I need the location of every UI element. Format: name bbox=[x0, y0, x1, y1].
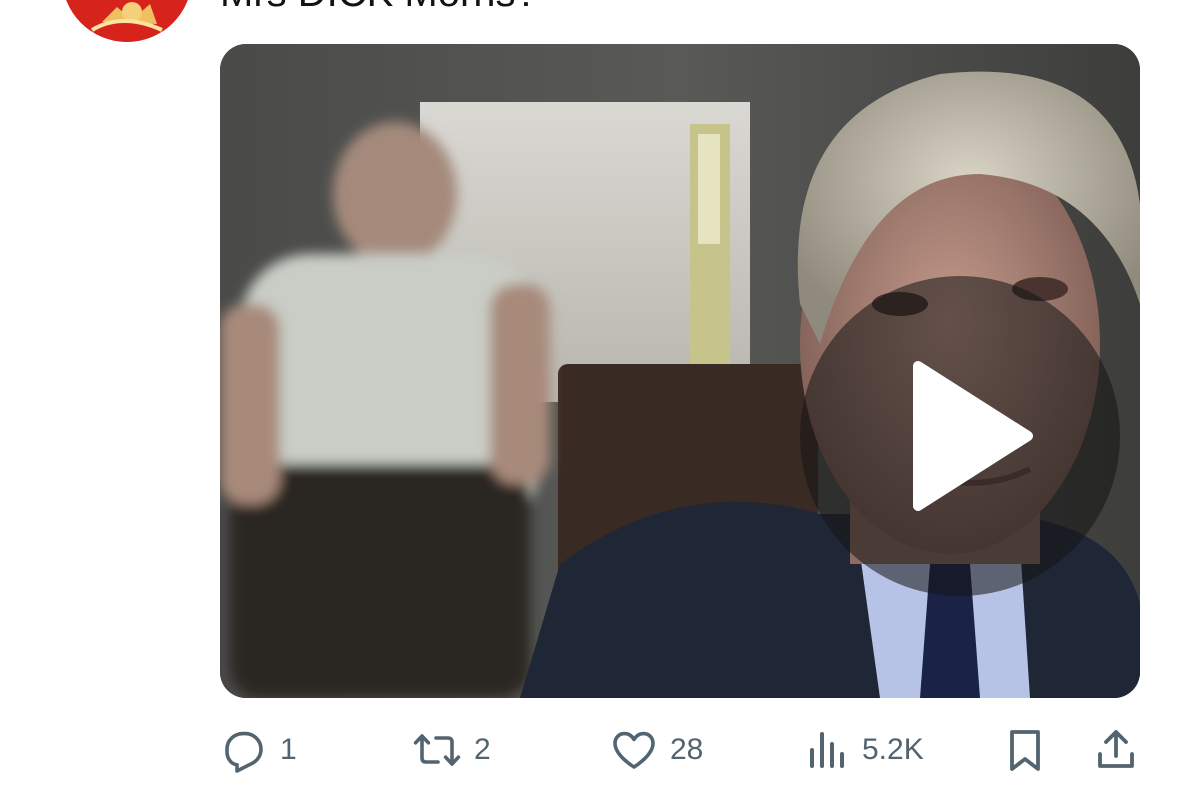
bookmark-button[interactable] bbox=[1004, 718, 1046, 782]
like-count: 28 bbox=[670, 733, 704, 766]
tweet-text: Mrs DICK Morris? bbox=[220, 0, 538, 16]
avatar[interactable] bbox=[62, 0, 192, 42]
views-count: 5.2K bbox=[862, 733, 924, 766]
retweet-icon bbox=[413, 734, 461, 766]
avatar-image bbox=[66, 0, 188, 42]
play-button[interactable] bbox=[800, 276, 1120, 596]
retweet-count: 2 bbox=[474, 733, 491, 766]
analytics-icon bbox=[810, 732, 844, 768]
share-icon bbox=[1098, 730, 1134, 768]
video-player[interactable] bbox=[220, 44, 1140, 698]
views-button[interactable]: 5.2K bbox=[806, 718, 924, 782]
like-button[interactable]: 28 bbox=[610, 718, 703, 782]
play-icon bbox=[913, 361, 1033, 511]
retweet-button[interactable]: 2 bbox=[412, 718, 491, 782]
heart-icon bbox=[613, 731, 655, 769]
reply-count: 1 bbox=[280, 733, 297, 766]
bookmark-icon bbox=[1010, 730, 1040, 771]
share-button[interactable] bbox=[1094, 718, 1138, 782]
reply-icon bbox=[225, 731, 263, 773]
tweet-actions: 1 2 28 5.2K bbox=[0, 718, 1200, 782]
reply-button[interactable]: 1 bbox=[220, 718, 297, 782]
